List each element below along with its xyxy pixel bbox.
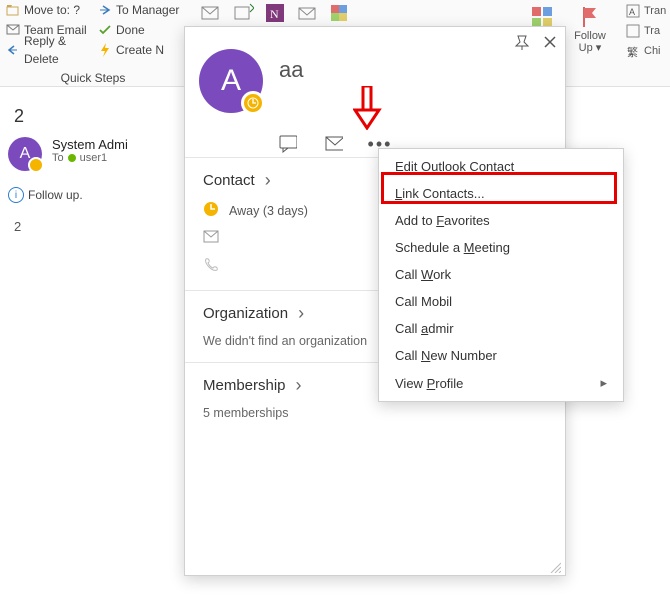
context-menu: Edit Outlook ContactLink Contacts...Add … — [378, 148, 624, 402]
onenote-icon[interactable]: N — [264, 2, 286, 24]
presence-away-icon — [241, 91, 265, 115]
folder-move-icon — [6, 3, 20, 17]
menu-item-schedule-a-meeting[interactable]: Schedule a Meeting — [379, 234, 623, 261]
qs-label: Reply & Delete — [24, 32, 94, 68]
message-item[interactable]: A System Admi To user1 — [4, 133, 182, 181]
qs-to-manager[interactable]: To Manager — [96, 0, 182, 20]
contact-name: aa — [279, 57, 303, 83]
chevron-right-icon — [265, 170, 271, 191]
clock-icon — [203, 201, 219, 220]
group-label: Quick Steps — [4, 70, 182, 86]
qs-move-to[interactable]: Move to: ? — [4, 0, 96, 20]
phone-icon — [203, 257, 219, 276]
menu-item-call-work[interactable]: Call Work — [379, 261, 623, 288]
to-label: To — [52, 152, 64, 164]
info-icon: i — [8, 187, 24, 203]
chinese-button[interactable]: 繁 Chi — [626, 42, 670, 60]
chinese-icon: 繁 — [626, 44, 640, 58]
svg-text:N: N — [270, 7, 279, 21]
message-list: 2 A System Admi To user1 i Follow up. 2 — [4, 100, 182, 240]
menu-item-call-new-number[interactable]: Call New Number — [379, 342, 623, 369]
categorize-icon — [520, 0, 564, 28]
lightning-icon — [98, 43, 112, 57]
translate-icon: A — [626, 4, 640, 18]
mail-small-icon — [203, 230, 219, 247]
qs-create-new[interactable]: Create N — [96, 40, 182, 60]
ribbon-overflow-icons: N — [200, 2, 350, 24]
date-group-header: 2 — [4, 100, 182, 133]
svg-text:繁: 繁 — [627, 45, 638, 58]
forward-icon — [98, 3, 112, 17]
svg-text:A: A — [629, 7, 635, 17]
chevron-right-icon — [296, 375, 302, 396]
qs-label: Move to: ? — [24, 1, 80, 19]
followup-line: i Follow up. — [8, 187, 182, 203]
menu-item-view-profile[interactable]: View Profile▸ — [379, 369, 623, 397]
check-icon — [98, 23, 112, 37]
submenu-arrow-icon: ▸ — [600, 375, 607, 391]
chevron-right-icon — [298, 303, 304, 324]
email-button[interactable] — [325, 135, 343, 153]
pin-button[interactable] — [513, 33, 531, 51]
im-button[interactable] — [279, 135, 297, 153]
translate2-button[interactable]: Tra — [626, 22, 670, 40]
reply-icon — [6, 43, 20, 57]
pin-icon — [514, 34, 530, 50]
translate2-icon — [626, 24, 640, 38]
thread-count: 2 — [4, 213, 182, 240]
menu-item-call-mobil[interactable]: Call Mobil — [379, 288, 623, 315]
menu-item-call-admir[interactable]: Call admir — [379, 315, 623, 342]
presence-available-icon — [68, 154, 76, 162]
rules-icon[interactable] — [200, 2, 222, 24]
close-button[interactable] — [541, 33, 559, 51]
chat-icon — [279, 135, 297, 153]
read-icon[interactable] — [296, 2, 318, 24]
quick-steps-group: Move to: ? Team Email Reply & Delete To … — [4, 0, 182, 86]
resize-grip[interactable] — [549, 561, 561, 573]
mail-icon — [325, 136, 343, 152]
move-icon[interactable] — [232, 2, 254, 24]
qs-label: Create N — [116, 41, 164, 59]
close-icon — [543, 35, 557, 49]
menu-item-link-contacts[interactable]: Link Contacts... — [379, 180, 623, 207]
menu-item-add-to-favorites[interactable]: Add to Favorites — [379, 207, 623, 234]
translate-button[interactable]: A Tran — [626, 2, 670, 20]
membership-body: 5 memberships — [203, 406, 547, 420]
presence-away-icon — [28, 157, 44, 173]
qs-label: To Manager — [116, 1, 179, 19]
avatar: A — [8, 137, 42, 171]
flag-icon — [568, 0, 612, 28]
message-from: System Admi — [52, 137, 178, 152]
presence-text: Away (3 days) — [229, 204, 308, 218]
followup-button[interactable]: FollowUp ▾ — [568, 0, 612, 68]
qs-reply-delete[interactable]: Reply & Delete — [4, 40, 96, 60]
qs-done[interactable]: Done — [96, 20, 182, 40]
qs-label: Done — [116, 21, 145, 39]
to-value: user1 — [80, 152, 108, 164]
categorize-small-icon[interactable] — [328, 2, 350, 24]
menu-item-edit-outlook-contact[interactable]: Edit Outlook Contact — [379, 153, 623, 180]
mail-icon — [6, 23, 20, 37]
big-avatar: A — [199, 49, 263, 113]
